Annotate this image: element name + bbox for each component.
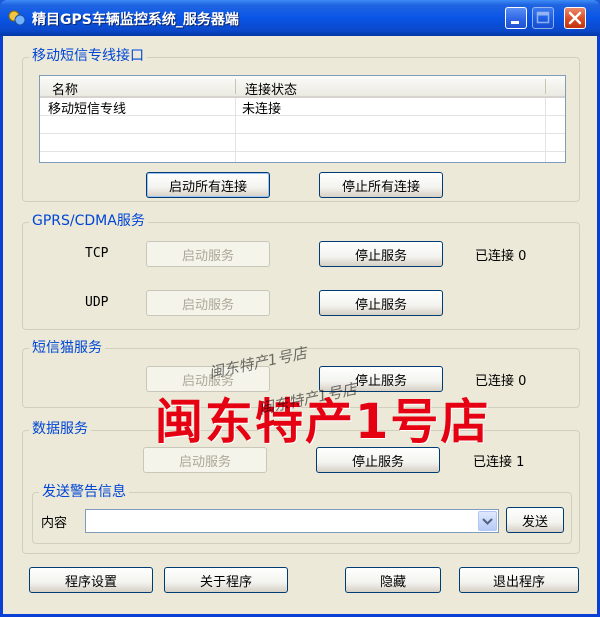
chevron-down-icon (482, 518, 493, 525)
row-status: 未连接 (242, 102, 282, 117)
connection-list[interactable]: 名称 连接状态 移动短信专线 未连接 (39, 75, 566, 163)
stop-all-connections-button[interactable]: 停止所有连接 (319, 172, 443, 198)
row-name: 移动短信专线 (48, 102, 127, 117)
sms-line-group-title: 移动短信专线接口 (29, 45, 147, 65)
title-bar[interactable]: 精目GPS车辆监控系统_服务器端 (0, 0, 600, 36)
window-title: 精目GPS车辆监控系统_服务器端 (32, 12, 239, 28)
data-service-group-title: 数据服务 (29, 418, 91, 438)
udp-stop-service-button[interactable]: 停止服务 (319, 290, 443, 316)
combobox-dropdown-button[interactable] (478, 511, 497, 531)
minimize-button[interactable] (505, 7, 527, 29)
app-icon (8, 10, 26, 26)
minimize-icon (511, 21, 519, 24)
exit-program-button[interactable]: 退出程序 (459, 567, 579, 593)
tcp-start-service-button[interactable]: 启动服务 (146, 241, 270, 267)
table-row-empty (40, 134, 565, 152)
send-button[interactable]: 发送 (506, 507, 564, 533)
about-program-button[interactable]: 关于程序 (164, 567, 288, 593)
udp-start-service-button[interactable]: 启动服务 (146, 290, 270, 316)
close-icon (568, 11, 582, 25)
table-row[interactable]: 移动短信专线 未连接 (40, 98, 565, 117)
maximize-button[interactable] (532, 7, 554, 29)
column-status[interactable]: 连接状态 (245, 79, 297, 98)
program-settings-button[interactable]: 程序设置 (29, 567, 153, 593)
column-separator (235, 79, 236, 94)
tcp-stop-service-button[interactable]: 停止服务 (319, 241, 443, 267)
column-separator (545, 79, 546, 94)
main-window: 精目GPS车辆监控系统_服务器端 移动短信专线接口 名称 连接状态 移动短信专线… (0, 0, 600, 617)
alert-group-title: 发送警告信息 (39, 481, 129, 501)
column-name[interactable]: 名称 (52, 79, 78, 98)
gprs-group (22, 222, 580, 330)
udp-label: UDP (85, 295, 109, 310)
table-row-empty (40, 116, 565, 134)
list-header: 名称 连接状态 (40, 76, 565, 98)
content-combobox[interactable] (85, 509, 499, 533)
tcp-label: TCP (85, 246, 109, 261)
hide-button[interactable]: 隐藏 (345, 567, 441, 593)
gprs-group-title: GPRS/CDMA服务 (29, 210, 148, 230)
data-connection-status: 已连接 1 (473, 455, 525, 470)
sms-cat-group-title: 短信猫服务 (29, 337, 105, 357)
tcp-connection-status: 已连接 0 (475, 249, 527, 264)
content-label: 内容 (41, 516, 68, 531)
maximize-icon (536, 11, 550, 24)
start-all-connections-button[interactable]: 启动所有连接 (146, 172, 270, 198)
close-button[interactable] (564, 7, 586, 29)
